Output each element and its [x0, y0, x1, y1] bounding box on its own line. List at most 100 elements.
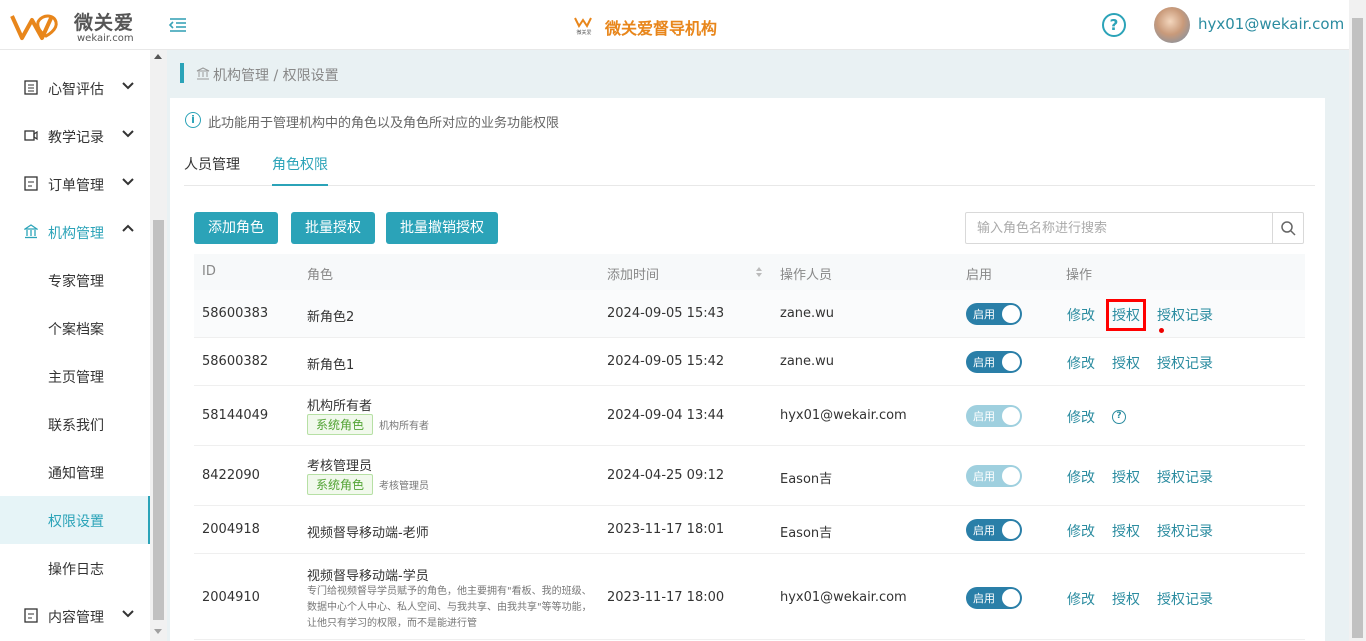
- sidebar-sub-label: 专家管理: [48, 274, 104, 290]
- user-email[interactable]: hyx01@wekair.com: [1198, 15, 1344, 33]
- sidebar-sub-homepage[interactable]: 主页管理: [0, 352, 150, 400]
- grant-log-link[interactable]: 授权记录: [1157, 305, 1213, 325]
- menu-fold-icon[interactable]: [168, 15, 188, 35]
- sidebar-item-label: 机构管理: [48, 226, 104, 242]
- grant-log-link[interactable]: 授权记录: [1157, 467, 1213, 487]
- toggle-label: 启用: [973, 410, 995, 423]
- grant-link[interactable]: 授权: [1112, 467, 1140, 487]
- edit-link[interactable]: 修改: [1067, 407, 1095, 427]
- page-scroll-thumb[interactable]: [1352, 18, 1363, 638]
- chevron-down-icon: [122, 130, 134, 138]
- table-row: 58600382 新角色1 2024-09-05 15:42 zane.wu 启…: [194, 338, 1305, 386]
- cell-operator: Eason吉: [780, 472, 833, 487]
- col-role: 角色: [307, 268, 334, 283]
- cell-role: 新角色1: [307, 358, 355, 373]
- breadcrumb-text: 机构管理 / 权限设置: [213, 68, 339, 84]
- cell-role: 新角色2: [307, 310, 355, 325]
- toggle-label: 启用: [973, 356, 995, 369]
- grant-link[interactable]: 授权: [1106, 299, 1146, 331]
- grant-log-link[interactable]: 授权记录: [1157, 353, 1213, 373]
- sidebar-sub-case-files[interactable]: 个案档案: [0, 304, 150, 352]
- cell-time: 2024-09-04 13:44: [607, 408, 725, 423]
- cell-id: 58600382: [202, 354, 269, 369]
- table-header: ID 角色 添加时间 操作人员 启用 操作: [194, 254, 1305, 290]
- grant-log-link[interactable]: 授权记录: [1157, 521, 1213, 541]
- sidebar-sub-operation-log[interactable]: 操作日志: [0, 544, 150, 592]
- tab-people[interactable]: 人员管理: [184, 154, 240, 186]
- col-actions: 操作: [1066, 268, 1093, 283]
- logo-mark-icon: [10, 14, 58, 40]
- avatar[interactable]: [1154, 7, 1190, 43]
- batch-revoke-button[interactable]: 批量撤销授权: [386, 212, 498, 244]
- sidebar-sub-permissions[interactable]: 权限设置: [0, 496, 150, 544]
- toggle-label: 启用: [973, 524, 995, 537]
- sort-icon[interactable]: [754, 265, 764, 279]
- sidebar-scrollbar[interactable]: [150, 50, 167, 641]
- edit-link[interactable]: 修改: [1067, 305, 1095, 325]
- sidebar-item-label: 订单管理: [48, 178, 104, 194]
- breadcrumb-accent-bar: [180, 63, 184, 83]
- org-title-text: 微关爱督导机构: [605, 19, 718, 38]
- help-icon[interactable]: ?: [1102, 13, 1126, 37]
- sidebar-sub-notifications[interactable]: 通知管理: [0, 448, 150, 496]
- brand-logo[interactable]: 微关爱 wekair.com: [10, 6, 140, 46]
- toggle-knob: [1002, 353, 1020, 371]
- col-id: ID: [202, 264, 216, 279]
- sidebar-sub-contact[interactable]: 联系我们: [0, 400, 150, 448]
- cell-id: 58600383: [202, 306, 269, 321]
- grant-link[interactable]: 授权: [1112, 353, 1140, 373]
- grant-log-link[interactable]: 授权记录: [1157, 589, 1213, 609]
- sidebar-sub-label: 权限设置: [48, 514, 104, 530]
- cell-role-tag: 系统角色 机构所有者: [307, 414, 429, 435]
- edit-link[interactable]: 修改: [1067, 467, 1095, 487]
- sidebar-scroll-thumb[interactable]: [153, 220, 164, 620]
- edit-link[interactable]: 修改: [1067, 353, 1095, 373]
- main-card: i 此功能用于管理机构中的角色以及角色所对应的业务功能权限 人员管理 角色权限 …: [170, 98, 1325, 641]
- col-added-time[interactable]: 添加时间: [607, 264, 659, 283]
- batch-grant-button[interactable]: 批量授权: [291, 212, 375, 244]
- toggle-knob: [1002, 467, 1020, 485]
- enabled-toggle[interactable]: 启用: [966, 587, 1022, 609]
- page-scrollbar[interactable]: [1349, 0, 1366, 641]
- sidebar-item-label: 教学记录: [48, 130, 104, 146]
- sidebar-sub-experts[interactable]: 专家管理: [0, 256, 150, 304]
- cell-operator: hyx01@wekair.com: [780, 408, 907, 423]
- scroll-down-icon[interactable]: [154, 629, 162, 634]
- list-icon: [24, 80, 38, 95]
- table-row: 58144049 机构所有者 系统角色 机构所有者 2024-09-04 13:4…: [194, 386, 1305, 446]
- grant-link[interactable]: 授权: [1112, 589, 1140, 609]
- document-icon: [24, 176, 38, 191]
- search-icon[interactable]: [1280, 220, 1296, 236]
- add-role-button[interactable]: 添加角色: [194, 212, 278, 244]
- grant-link[interactable]: 授权: [1112, 521, 1140, 541]
- video-icon: [24, 130, 38, 141]
- system-role-tag: 系统角色: [307, 414, 374, 435]
- cell-role: 机构所有者: [307, 399, 373, 414]
- tab-role-permissions[interactable]: 角色权限: [272, 154, 328, 186]
- edit-link[interactable]: 修改: [1067, 521, 1095, 541]
- sidebar-item-teaching-records[interactable]: 教学记录: [0, 112, 150, 160]
- sidebar-item-org-management[interactable]: 机构管理: [0, 208, 150, 256]
- scroll-up-icon[interactable]: [154, 54, 162, 59]
- table-row: 2004918 视频督导移动端-老师 2023-11-17 18:01 Easo…: [194, 506, 1305, 554]
- enabled-toggle[interactable]: 启用: [966, 519, 1022, 541]
- enabled-toggle[interactable]: 启用: [966, 303, 1022, 325]
- cell-id: 2004910: [202, 590, 260, 605]
- brand-name: 微关爱: [74, 12, 135, 34]
- sidebar-sub-label: 个案档案: [48, 322, 104, 338]
- table-row: 58600383 新角色2 2024-09-05 15:43 zane.wu 启…: [194, 290, 1305, 338]
- cell-time: 2023-11-17 18:01: [607, 522, 725, 537]
- table-row: 8422090 考核管理员 系统角色 考核管理员 2024-04-25 09:12…: [194, 446, 1305, 506]
- sidebar-item-label: 内容管理: [48, 610, 104, 626]
- cursor-dot: [1159, 328, 1164, 333]
- tag-note: 机构所有者: [379, 421, 430, 432]
- search-input[interactable]: [966, 213, 1272, 243]
- edit-link[interactable]: 修改: [1067, 589, 1095, 609]
- brand-domain: wekair.com: [77, 33, 134, 44]
- cell-role: 视频督导移动端-老师: [307, 526, 429, 541]
- sidebar-item-content[interactable]: 内容管理: [0, 592, 150, 640]
- sidebar-item-mind-assessment[interactable]: 心智评估: [0, 64, 150, 112]
- enabled-toggle[interactable]: 启用: [966, 351, 1022, 373]
- sidebar-item-orders[interactable]: 订单管理: [0, 160, 150, 208]
- question-circle-icon[interactable]: ?: [1112, 410, 1126, 424]
